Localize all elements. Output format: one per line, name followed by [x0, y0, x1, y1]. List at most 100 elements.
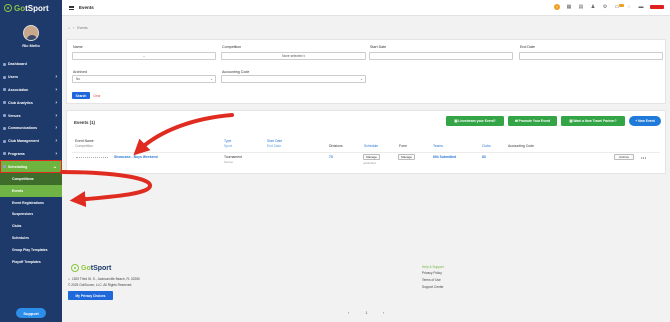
chevron-right-icon: ›	[55, 86, 57, 93]
events-panel: Events (1) ▣ Livestream your Event? ⇄ Pr…	[66, 110, 666, 174]
footer-address: ⌂ 1529 Third St. S., Jacksonville Beach, …	[68, 277, 140, 281]
end-date-label: End Date	[520, 45, 535, 49]
name-input[interactable]: --	[72, 52, 216, 60]
footer-copyright: © 2025 GotSoccer, LLC. All Rights Reserv…	[68, 283, 133, 287]
sidebar: GotSport Ric Mello Dashboard Users › Asso…	[0, 0, 62, 322]
home-icon[interactable]: ⌂	[68, 26, 70, 30]
chevron-right-icon: ›	[55, 112, 57, 119]
sidebar-subitem-group-play-templates[interactable]: Group Play Templates	[0, 244, 62, 256]
col-form: Form	[399, 144, 407, 148]
location-icon: ⌂	[68, 277, 70, 281]
col-teams[interactable]: Teams	[433, 144, 443, 148]
footer-link-help[interactable]: Help & Support	[422, 265, 444, 269]
name-label: Name	[73, 45, 83, 49]
col-clubs[interactable]: Clubs	[482, 144, 491, 148]
gotsport-logo[interactable]: GotSport	[0, 0, 62, 16]
messages-icon[interactable]: ▭	[614, 4, 624, 10]
menu-icon[interactable]	[69, 5, 74, 10]
divisions-link[interactable]: 73	[329, 155, 333, 159]
clubs-link[interactable]: 83	[482, 155, 486, 159]
communications-icon	[3, 126, 6, 130]
sidebar-item-venues[interactable]: Venues ›	[0, 109, 62, 122]
sidebar-subitem-events[interactable]: Events	[0, 184, 62, 197]
chat-icon[interactable]: ◌	[626, 4, 632, 10]
promote-event-button[interactable]: ⇄ Promote Your Event	[508, 116, 557, 126]
folder-icon[interactable]: ▬	[638, 4, 644, 10]
club-management-icon	[3, 139, 6, 143]
events-heading: Events (1)	[74, 120, 95, 125]
footer-link-terms[interactable]: Terms of Use	[422, 278, 441, 282]
event-name-link[interactable]: Showcase - Boys Weekend	[114, 155, 158, 159]
annotation-arrow-to-events	[60, 170, 152, 208]
document-icon[interactable]: ▤	[578, 4, 584, 10]
start-date-label: Start Date	[370, 45, 387, 49]
flag-icon[interactable]	[650, 5, 664, 9]
sidebar-subitem-suspensions[interactable]: Suspensions	[0, 209, 62, 221]
pagination-prev[interactable]: ‹	[345, 309, 352, 316]
topbar: Events ? ▦ ▤ ♟ ⚙ ▭ ◌ ▬	[62, 0, 670, 16]
sidebar-item-association[interactable]: Association ›	[0, 84, 62, 97]
support-button[interactable]: Support	[16, 308, 46, 318]
gotsport-logo-icon	[4, 4, 12, 12]
sidebar-item-dashboard[interactable]: Dashboard	[0, 58, 62, 71]
scheduling-icon	[3, 165, 6, 169]
sidebar-subitem-event-registrations[interactable]: Event Registrations	[0, 197, 62, 209]
privacy-choices-button[interactable]: My Privacy Choices	[68, 291, 113, 300]
breadcrumb: ⌂ › Events	[68, 26, 88, 30]
notification-bell-icon[interactable]: ♟	[590, 4, 596, 10]
new-event-button[interactable]: + New Event	[629, 116, 661, 126]
col-divisions: Divisions	[329, 144, 343, 148]
accounting-code-label: Accounting Code	[222, 70, 250, 74]
row-divider	[72, 152, 660, 153]
col-end-date[interactable]: End Date	[267, 144, 281, 148]
competition-select[interactable]: None selected ▾	[221, 52, 366, 60]
sidebar-subitem-competitions[interactable]: Competitions	[0, 173, 62, 185]
avatar[interactable]	[23, 25, 39, 41]
col-start-date[interactable]: Start Date	[267, 139, 282, 143]
association-icon	[3, 88, 6, 92]
sidebar-item-communications[interactable]: Communications ›	[0, 122, 62, 135]
programs-icon	[3, 152, 6, 156]
sidebar-item-users[interactable]: Users ›	[0, 71, 62, 84]
col-competition[interactable]: Competition	[75, 144, 93, 148]
clear-link[interactable]: Clear	[93, 94, 101, 98]
pagination-page[interactable]: 1	[363, 309, 370, 316]
sidebar-subitem-schedules[interactable]: Schedules	[0, 232, 62, 244]
accounting-code-select[interactable]: ⌄	[221, 75, 366, 83]
livestream-button[interactable]: ▣ Livestream your Event?	[446, 116, 504, 126]
archive-button[interactable]: Archive	[614, 154, 634, 160]
help-icon[interactable]: ?	[554, 4, 560, 10]
archived-select[interactable]: No ⌄	[72, 75, 216, 83]
chevron-right-icon: ›	[55, 99, 57, 106]
footer-link-privacy[interactable]: Privacy Policy	[422, 271, 442, 275]
col-type[interactable]: Type	[224, 139, 231, 143]
footer-logo[interactable]: GotSport	[71, 264, 111, 272]
sidebar-subitem-playoff-templates[interactable]: Playoff Templates	[0, 256, 62, 268]
end-date-input[interactable]	[519, 52, 663, 60]
grid-icon[interactable]: ▦	[566, 4, 572, 10]
settings-icon[interactable]: ⚙	[602, 4, 608, 10]
travel-partner-button[interactable]: ▤ Want a New Travel Partner?	[561, 116, 625, 126]
start-date-input[interactable]	[369, 52, 513, 60]
schedule-manage-button[interactable]: Manage	[363, 154, 380, 160]
teams-link[interactable]: 694 Submitted	[433, 155, 456, 159]
pagination-next[interactable]: ›	[380, 309, 387, 316]
venues-icon	[3, 114, 6, 118]
sidebar-item-club-analytics[interactable]: Club Analytics ›	[0, 96, 62, 109]
sidebar-item-programs[interactable]: Programs ›	[0, 148, 62, 161]
col-event-name[interactable]: Event Name	[75, 139, 94, 143]
chevron-down-icon: ⌄	[210, 77, 213, 81]
competition-label: Competition	[222, 45, 242, 49]
sidebar-item-club-management[interactable]: Club Management ›	[0, 135, 62, 148]
search-button[interactable]: Search	[72, 92, 90, 99]
col-schedule[interactable]: Schedule	[364, 144, 378, 148]
more-options-icon[interactable]: •••	[641, 155, 647, 160]
chevron-right-icon: ›	[55, 74, 57, 81]
filter-panel: Name -- Competition None selected ▾ Star…	[66, 39, 666, 104]
sidebar-item-scheduling[interactable]: Scheduling ⌄	[0, 160, 62, 174]
schedule-status: published	[363, 161, 376, 165]
form-manage-button[interactable]: Manage	[398, 154, 415, 160]
col-sport[interactable]: Sport	[224, 144, 232, 148]
footer-link-support-center[interactable]: Support Center	[422, 285, 444, 289]
sidebar-subitem-clubs[interactable]: Clubs	[0, 220, 62, 232]
